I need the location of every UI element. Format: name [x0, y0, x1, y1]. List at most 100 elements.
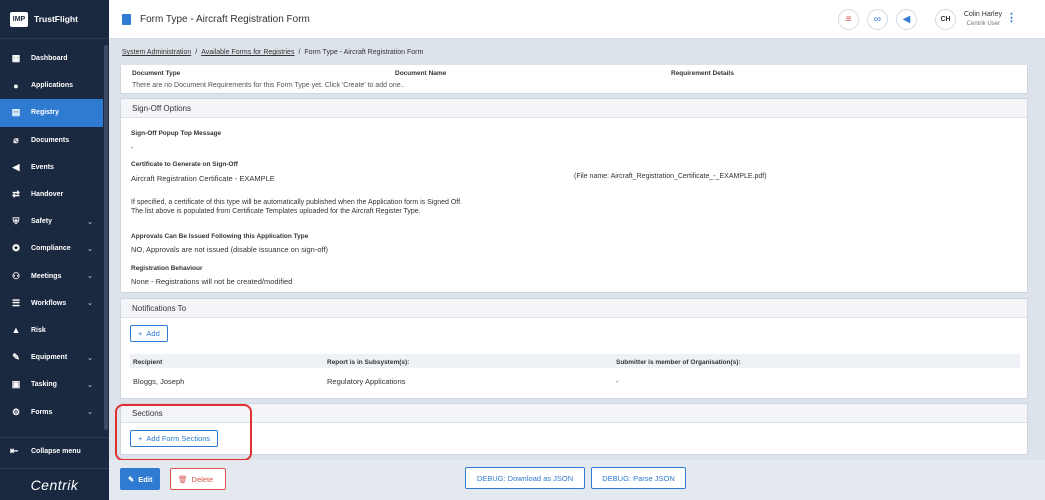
more-options-icon[interactable]: ⋮ — [1006, 11, 1017, 24]
signoff-popup-label: Sign-Off Popup Top Message — [131, 130, 222, 137]
sidebar-item-label: Forms — [31, 408, 53, 416]
action-bar: ✎ Edit 🗑 Delete DEBUG: Download as JSON … — [109, 460, 1045, 500]
sidebar-item-label: Events — [31, 163, 54, 171]
documents-empty-text: There are no Document Requirements for t… — [132, 82, 405, 89]
sidebar-item-risk[interactable]: ▲ Risk — [0, 317, 103, 344]
brand-name: TrustFlight — [34, 14, 78, 24]
wrench-icon: ✎ — [12, 352, 20, 363]
sidebar-item-workflows[interactable]: ☰ Workflows ⌄ — [0, 290, 103, 317]
workflows-icon: ☰ — [11, 297, 21, 308]
grid-icon: ▦ — [11, 53, 21, 64]
certificate-filename: (File name: Aircraft_Registration_Certif… — [574, 173, 767, 180]
user-avatar[interactable]: CH — [935, 9, 956, 30]
column-organisation: Submitter is member of Organisation(s): — [616, 359, 741, 366]
add-notification-button[interactable]: + Add — [130, 325, 168, 342]
breadcrumb-available-forms[interactable]: Available Forms for Registries — [201, 49, 294, 56]
sidebar-item-label: Registry — [31, 109, 60, 117]
debug-parse-json-button[interactable]: DEBUG: Parse JSON — [591, 467, 686, 489]
safety-icon: ⛨ — [12, 216, 20, 227]
edit-label: Edit — [138, 474, 153, 484]
signoff-options-card: Sign-Off Options Sign-Off Popup Top Mess… — [120, 98, 1028, 293]
centrik-logo: Centrik — [0, 468, 109, 500]
sidebar-item-handover[interactable]: ⇄ Handover — [0, 181, 103, 208]
chevron-down-icon: ⌄ — [87, 300, 93, 308]
document-requirements-card: Document Type Document Name Requirement … — [120, 65, 1028, 94]
megaphone-icon[interactable]: ◀ — [896, 9, 917, 30]
sidebar-item-tasking[interactable]: ▣ Tasking ⌄ — [0, 371, 103, 398]
sidebar-item-label: Workflows — [31, 299, 67, 307]
sidebar-item-dashboard[interactable]: ▦ Dashboard — [0, 45, 103, 72]
approvals-value: NO, Approvals are not issued (disable is… — [131, 245, 329, 254]
delete-label: Delete — [191, 474, 214, 484]
megaphone-icon: ◀ — [12, 161, 20, 172]
highlight-box — [115, 404, 252, 461]
meetings-icon: ⚇ — [11, 270, 21, 281]
notifications-card: Notifications To + Add Recipient Report … — [120, 298, 1028, 399]
column-requirement-details: Requirement Details — [671, 70, 734, 77]
column-document-name: Document Name — [395, 70, 447, 77]
plus-icon: + — [138, 329, 143, 338]
certificate-note-1: If specified, a certificate of this type… — [131, 199, 462, 206]
risk-icon: ▲ — [11, 325, 21, 336]
signoff-popup-value: - — [131, 143, 134, 152]
sidebar-item-registry[interactable]: ▤ Registry — [0, 99, 103, 127]
sidebar-item-forms[interactable]: ⚙ Forms ⌄ — [0, 398, 103, 425]
sidebar: IMP TrustFlight ▦ Dashboard ● Applications ▤… — [0, 0, 109, 500]
link-icon[interactable]: ∞ — [867, 9, 888, 30]
brand[interactable]: IMP TrustFlight — [0, 0, 109, 39]
edit-button[interactable]: ✎ Edit — [120, 468, 161, 490]
chevron-down-icon: ⌄ — [87, 218, 93, 226]
sections-heading: Sections — [121, 404, 1027, 423]
user-role: Centrik User — [966, 21, 1000, 27]
sidebar-item-label: Documents — [31, 136, 70, 144]
column-subsystem: Report is in Subsystem(s): — [327, 359, 410, 366]
tasking-icon: ▣ — [11, 379, 21, 390]
sidebar-item-equipment[interactable]: ✎ Equipment ⌄ — [0, 344, 103, 371]
breadcrumb-system-administration[interactable]: System Administration — [122, 49, 191, 56]
compliance-icon: ✪ — [12, 243, 20, 254]
collapse-menu-button[interactable]: ⇤ Collapse menu — [0, 437, 109, 464]
handover-icon: ⇄ — [12, 189, 20, 200]
sidebar-item-label: Compliance — [31, 245, 71, 253]
page-title: Form Type - Aircraft Registration Form — [140, 13, 310, 25]
user-name: Colin Harley — [963, 11, 1002, 18]
notifications-heading: Notifications To — [121, 299, 1027, 318]
trash-icon: 🗑 — [178, 474, 188, 484]
add-notification-label: Add — [146, 329, 160, 338]
sidebar-item-meetings[interactable]: ⚇ Meetings ⌄ — [0, 263, 103, 290]
registration-behaviour-label: Registration Behaviour — [131, 265, 203, 272]
breadcrumb-separator: / — [298, 49, 301, 56]
sidebar-item-label: Meetings — [31, 272, 62, 280]
recipient-cell: Bloggs, Joseph — [133, 377, 185, 386]
subsystem-cell: Regulatory Applications — [327, 377, 406, 386]
sidebar-item-applications[interactable]: ● Applications — [0, 72, 103, 99]
registration-behaviour-value: None - Registrations will not be created… — [131, 277, 293, 286]
edit-icon: ✎ — [128, 474, 135, 484]
sidebar-item-safety[interactable]: ⛨ Safety ⌄ — [0, 208, 103, 235]
organisation-cell: - — [616, 377, 619, 386]
approvals-label: Approvals Can Be Issued Following this A… — [131, 233, 309, 240]
breadcrumb-current: Form Type - Aircraft Registration Form — [304, 49, 424, 56]
sidebar-item-documents[interactable]: ⌀ Documents — [0, 127, 103, 154]
delete-button[interactable]: 🗑 Delete — [170, 468, 226, 490]
column-document-type: Document Type — [132, 70, 181, 77]
brand-logo: IMP — [10, 11, 28, 27]
breadcrumb: System Administration / Available Forms … — [122, 49, 423, 56]
chevron-down-icon: ⌄ — [87, 273, 93, 281]
debug-download-json-button[interactable]: DEBUG: Download as JSON — [465, 467, 585, 489]
chevron-down-icon: ⌄ — [87, 354, 93, 362]
stack-icon[interactable]: ≡ — [838, 9, 859, 30]
certificate-label: Certificate to Generate on Sign-Off — [131, 161, 238, 168]
sidebar-item-events[interactable]: ◀ Events — [0, 154, 103, 181]
sections-card: Sections + Add Form Sections — [120, 403, 1028, 455]
collapse-menu-label: Collapse menu — [31, 447, 81, 455]
sidebar-item-compliance[interactable]: ✪ Compliance ⌄ — [0, 235, 103, 262]
form-icon — [122, 13, 131, 25]
certificate-note-2: The list above is populated from Certifi… — [131, 208, 421, 215]
book-icon: ▤ — [11, 107, 21, 118]
sidebar-item-label: Equipment — [31, 354, 68, 362]
sidebar-item-label: Handover — [31, 191, 64, 199]
sidebar-scrollbar[interactable] — [104, 45, 108, 430]
chevron-down-icon: ⌄ — [87, 245, 93, 253]
column-recipient: Recipient — [133, 359, 163, 366]
